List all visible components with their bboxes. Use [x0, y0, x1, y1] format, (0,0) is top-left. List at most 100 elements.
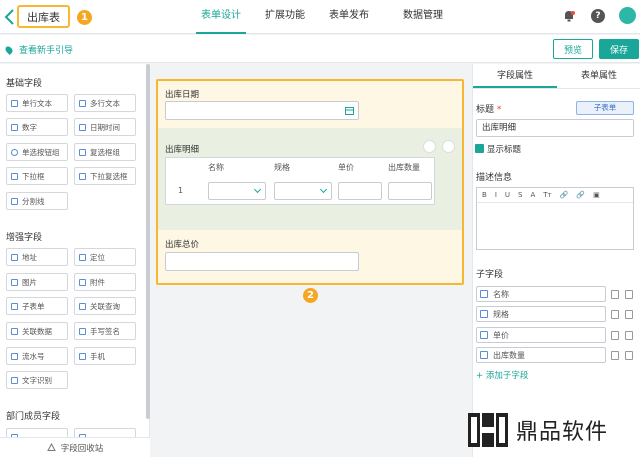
guide-link[interactable]: 查看新手引导	[4, 43, 73, 56]
field-dropdown[interactable]: 下拉框	[6, 167, 68, 185]
field-signature[interactable]: 手写签名	[74, 322, 136, 340]
underline-icon[interactable]: U	[505, 191, 510, 199]
add-subfield-button[interactable]: + 添加子字段	[476, 369, 528, 381]
save-button[interactable]: 保存	[599, 39, 639, 59]
chevron-down-icon	[319, 185, 328, 194]
subfield-row[interactable]: 名称	[476, 286, 606, 302]
field-serial-number[interactable]: 流水号	[6, 347, 68, 365]
date-input[interactable]	[165, 101, 359, 120]
field-related-data[interactable]: 关联数据	[6, 322, 68, 340]
avatar[interactable]	[619, 7, 636, 24]
col-header-qty: 出库数量	[388, 163, 420, 172]
tab-publish[interactable]: 表单发布	[324, 0, 374, 34]
watermark: 鼎品软件	[466, 411, 608, 449]
field-subform[interactable]: 子表单	[6, 297, 68, 315]
copy-icon[interactable]	[611, 331, 619, 340]
help-icon[interactable]: ?	[591, 9, 605, 23]
copy-icon[interactable]	[611, 351, 619, 360]
image-icon	[11, 278, 18, 286]
field-attachment[interactable]: 附件	[74, 273, 136, 291]
radio-icon	[11, 148, 18, 156]
unlink-icon[interactable]: 🔗	[576, 191, 585, 199]
preview-button[interactable]: 预览	[553, 39, 593, 59]
pin-icon	[4, 44, 14, 55]
col-header-name: 名称	[208, 163, 224, 172]
title-label: 标题 *	[476, 105, 502, 115]
col-header-spec: 规格	[274, 163, 290, 172]
number-icon	[11, 123, 18, 131]
font-size-icon[interactable]: Tт	[543, 191, 551, 199]
watermark-text: 鼎品软件	[516, 420, 609, 445]
delete-icon[interactable]	[625, 331, 633, 340]
price-input[interactable]	[338, 182, 382, 200]
qty-input[interactable]	[388, 182, 432, 200]
tab-data-management[interactable]: 数据管理	[398, 0, 448, 34]
field-datetime[interactable]: 日期时间	[74, 118, 136, 136]
date-field-label: 出库日期	[165, 90, 200, 100]
field-related-query[interactable]: 关联查询	[74, 297, 136, 315]
field-divider[interactable]: 分割线	[6, 192, 68, 210]
field-image[interactable]: 图片	[6, 273, 68, 291]
step-badge-2: 2	[303, 288, 318, 303]
title-input[interactable]: 出库明细	[476, 119, 634, 137]
tab-field-properties[interactable]: 字段属性	[473, 64, 557, 88]
font-color-icon[interactable]: A	[530, 191, 535, 199]
field-address[interactable]: 地址	[6, 248, 68, 266]
total-field-label: 出库总价	[165, 240, 200, 250]
step-badge-1: 1	[77, 10, 92, 25]
dropdown-icon	[480, 290, 488, 298]
strikethrough-icon[interactable]: S	[518, 191, 522, 199]
link-icon[interactable]: 🔗	[560, 191, 569, 199]
field-radio-group[interactable]: 单选按钮组	[6, 143, 68, 161]
field-multi-line-text[interactable]: 多行文本	[74, 94, 136, 112]
form-title[interactable]: 出库表	[17, 5, 70, 28]
name-select[interactable]	[208, 182, 266, 200]
total-input[interactable]	[165, 252, 359, 271]
show-title-checkbox[interactable]	[475, 144, 484, 153]
copy-icon[interactable]	[611, 290, 619, 299]
text-icon	[11, 99, 18, 107]
bold-icon[interactable]: B	[482, 191, 487, 199]
basic-fields-title: 基础字段	[6, 79, 43, 89]
tab-form-design[interactable]: 表单设计	[196, 0, 246, 34]
row-number: 1	[178, 186, 184, 195]
phone-icon	[79, 352, 86, 360]
notification-icon[interactable]	[562, 9, 576, 23]
copy-icon[interactable]	[423, 140, 436, 153]
top-bar: 出库表 1 表单设计 扩展功能 表单发布 数据管理 ?	[0, 0, 640, 34]
dept-fields-title: 部门成员字段	[6, 412, 61, 422]
field-location[interactable]: 定位	[74, 248, 136, 266]
delete-icon[interactable]	[625, 310, 633, 319]
copy-icon[interactable]	[611, 310, 619, 319]
subfield-row[interactable]: 出库数量	[476, 347, 606, 363]
field-phone[interactable]: 手机	[74, 347, 136, 365]
tab-extensions[interactable]: 扩展功能	[260, 0, 310, 34]
left-scrollbar[interactable]	[146, 64, 150, 419]
subfields-label: 子字段	[476, 270, 504, 280]
field-number[interactable]: 数字	[6, 118, 68, 136]
back-arrow-icon[interactable]	[3, 8, 17, 26]
italic-icon[interactable]: I	[495, 191, 497, 199]
editor-toolbar: B I U S A Tт 🔗 🔗 ▣	[477, 188, 633, 203]
divider-icon	[11, 197, 18, 205]
recycle-icon	[46, 443, 56, 451]
subfield-row[interactable]: 规格	[476, 306, 606, 322]
field-dropdown-multi[interactable]: 下拉复选框	[74, 167, 136, 185]
delete-icon[interactable]	[625, 351, 633, 360]
image-icon[interactable]: ▣	[593, 191, 600, 199]
field-checkbox-group[interactable]: 复选框组	[74, 143, 136, 161]
subfield-row[interactable]: 单价	[476, 327, 606, 343]
field-recycle-bin[interactable]: 字段回收站	[0, 437, 150, 457]
subform-icon	[11, 302, 18, 310]
field-single-line-text[interactable]: 单行文本	[6, 94, 68, 112]
spec-select[interactable]	[274, 182, 332, 200]
tab-form-properties[interactable]: 表单属性	[557, 64, 640, 88]
field-ocr[interactable]: 文字识别	[6, 371, 68, 389]
delete-icon[interactable]	[442, 140, 455, 153]
description-editor[interactable]: B I U S A Tт 🔗 🔗 ▣	[476, 187, 634, 250]
ocr-icon	[11, 376, 18, 384]
attachment-icon	[79, 278, 86, 286]
delete-icon[interactable]	[625, 290, 633, 299]
related-data-icon	[11, 327, 18, 335]
number-icon	[480, 331, 488, 339]
